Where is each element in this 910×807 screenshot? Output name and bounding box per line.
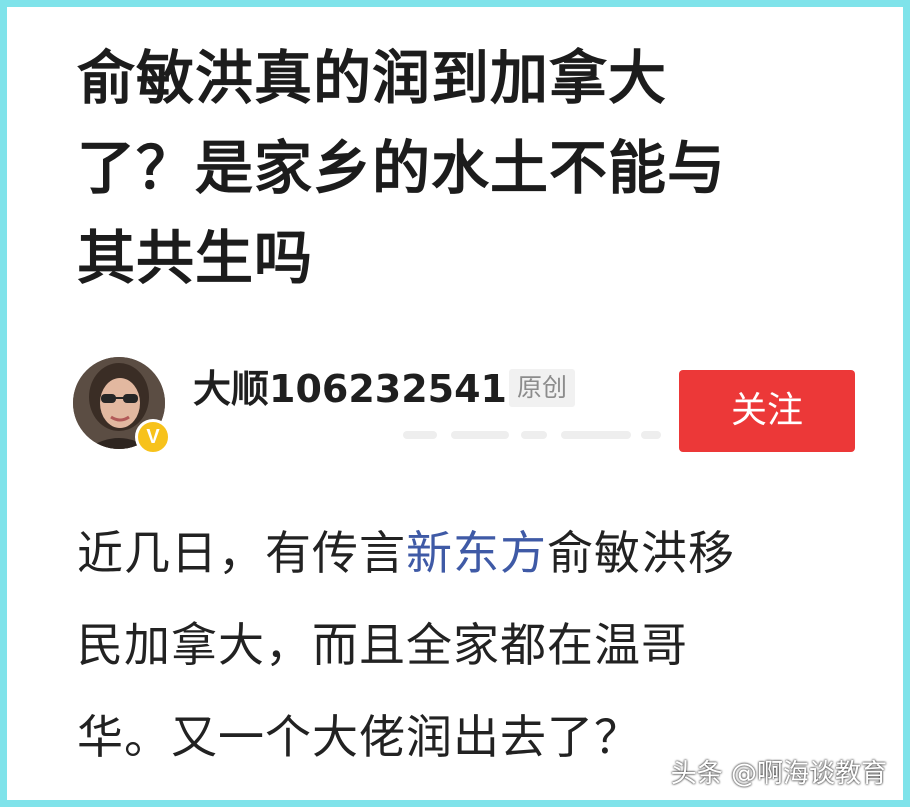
verified-badge-icon: V: [135, 419, 171, 455]
body-line-1-suffix: 俞敏洪移: [547, 526, 735, 580]
author-avatar[interactable]: V: [73, 357, 171, 455]
body-line-2: 民加拿大，而且全家都在温哥: [77, 618, 688, 672]
body-line-3: 华。又一个大佬润出去了？: [77, 710, 641, 764]
screenshot-frame: 俞敏洪真的润到加拿大 了？是家乡的水土不能与 其共生吗 V 大顺10623254…: [0, 0, 910, 807]
blurred-meta-text: [403, 431, 663, 445]
toutiao-watermark: 头条 @啊海谈教育: [670, 759, 887, 789]
article-body: 近几日，有传言新东方俞敏洪移 民加拿大，而且全家都在温哥 华。又一个大佬润出去了…: [77, 507, 877, 783]
follow-button[interactable]: 关注: [679, 370, 855, 452]
article-title: 俞敏洪真的润到加拿大 了？是家乡的水土不能与 其共生吗: [77, 33, 837, 303]
original-badge: 原创: [509, 369, 576, 407]
article-title-line-2: 了？是家乡的水土不能与: [77, 134, 727, 202]
new-oriental-link[interactable]: 新东方: [406, 526, 547, 580]
body-line-1-prefix: 近几日，有传言: [77, 526, 406, 580]
author-row: V 大顺106232541 原创 关注: [73, 357, 863, 455]
author-name[interactable]: 大顺106232541: [193, 365, 507, 413]
article-title-line-3: 其共生吗: [77, 224, 314, 292]
article-title-line-1: 俞敏洪真的润到加拿大: [77, 44, 668, 112]
